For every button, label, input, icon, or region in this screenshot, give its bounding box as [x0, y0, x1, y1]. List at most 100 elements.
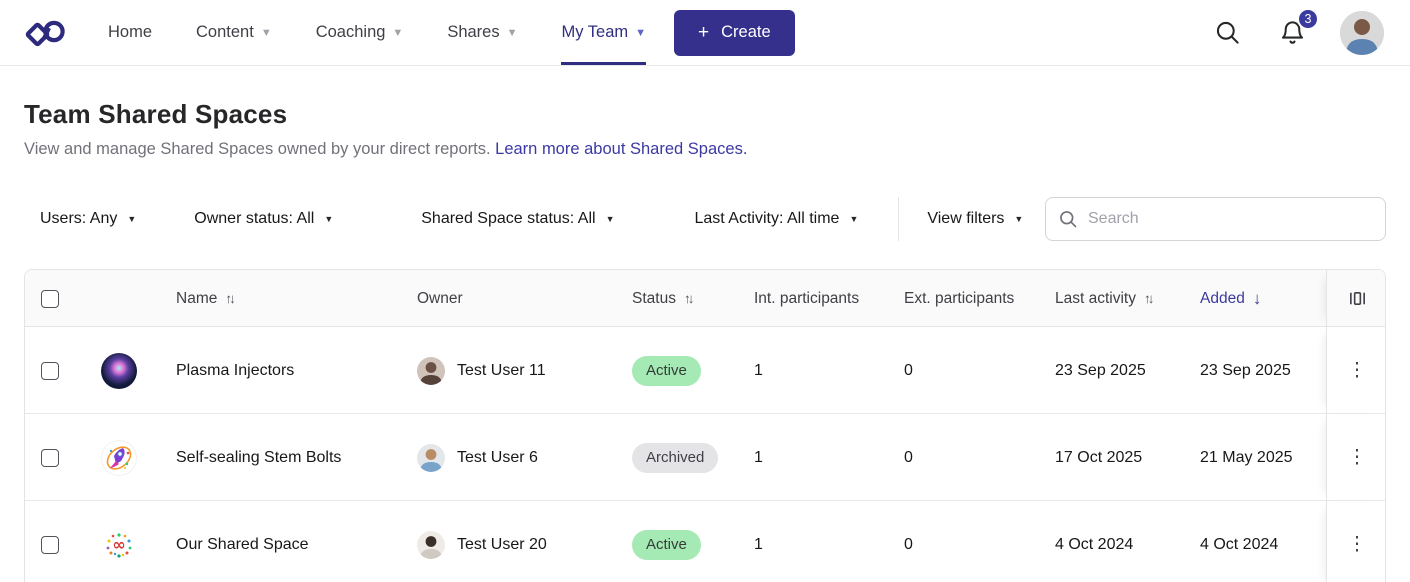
page-subtitle: View and manage Shared Spaces owned by y…: [24, 140, 1386, 159]
last-activity-date: 23 Sep 2025: [1055, 362, 1200, 380]
filter-label: Last Activity: All time: [695, 210, 840, 228]
row-checkbox[interactable]: [41, 362, 59, 380]
chevron-down-icon: ▼: [127, 214, 136, 224]
status-badge: Archived: [632, 443, 718, 473]
column-header-status[interactable]: Status ↑↓: [632, 290, 754, 308]
learn-more-link[interactable]: Learn more about Shared Spaces.: [495, 140, 747, 158]
owner-name: Test User 20: [457, 536, 547, 554]
added-date: 21 May 2025: [1200, 449, 1326, 467]
status-badge: Active: [632, 530, 701, 560]
nav-item-label: Shares: [447, 23, 499, 42]
nav-item-label: My Team: [561, 23, 628, 42]
ext-participants-count: 0: [904, 536, 1055, 554]
status-badge: Active: [632, 356, 701, 386]
plus-icon: +: [698, 22, 709, 44]
owner-name: Test User 6: [457, 449, 538, 467]
page-subtitle-text: View and manage Shared Spaces owned by y…: [24, 140, 491, 158]
owner-avatar: [417, 357, 445, 385]
navbar-right-actions: 3: [1210, 11, 1384, 55]
ext-participants-count: 0: [904, 449, 1055, 467]
nav-item-coaching[interactable]: Coaching ▼: [316, 0, 404, 65]
create-button[interactable]: + Create: [674, 10, 795, 56]
int-participants-count: 1: [754, 449, 904, 467]
create-button-label: Create: [721, 23, 771, 42]
added-date: 23 Sep 2025: [1200, 362, 1326, 380]
main-navigation: Home Content ▼ Coaching ▼ Shares ▼ My Te…: [108, 0, 646, 65]
filter-owner-status-dropdown[interactable]: Owner status: All ▼: [178, 210, 349, 228]
select-all-checkbox[interactable]: [41, 290, 59, 308]
row-checkbox[interactable]: [41, 449, 59, 467]
manage-columns-icon[interactable]: [1346, 287, 1369, 310]
last-activity-date: 4 Oct 2024: [1055, 536, 1200, 554]
filter-label: Shared Space status: All: [421, 210, 595, 228]
filter-label: View filters: [927, 210, 1004, 228]
sort-icon[interactable]: ↑↓: [1144, 291, 1155, 306]
main-content: Team Shared Spaces View and manage Share…: [0, 66, 1410, 582]
table-row[interactable]: Plasma Injectors Test User 11 Active 1 0…: [25, 327, 1385, 414]
svg-text:∞: ∞: [112, 535, 125, 554]
nav-item-my-team[interactable]: My Team ▼: [561, 0, 646, 65]
filter-bar: Users: Any ▼ Owner status: All ▼ Shared …: [24, 197, 1386, 241]
column-header-int-participants: Int. participants: [754, 290, 904, 308]
column-header-last-activity[interactable]: Last activity ↑↓: [1055, 290, 1200, 308]
nav-item-label: Coaching: [316, 23, 386, 42]
nav-item-label: Content: [196, 23, 254, 42]
chevron-down-icon: ▼: [1014, 214, 1023, 224]
view-filters-dropdown[interactable]: View filters ▼: [911, 210, 1039, 228]
chevron-down-icon: ▼: [507, 27, 518, 39]
table-header-row: Name ↑↓ Owner Status ↑↓ Int. participant…: [25, 270, 1385, 327]
int-participants-count: 1: [754, 536, 904, 554]
row-actions-kebab-icon[interactable]: ⋮: [1340, 442, 1375, 473]
row-actions-kebab-icon[interactable]: ⋮: [1340, 355, 1375, 386]
nav-item-home[interactable]: Home: [108, 0, 152, 65]
chevron-down-icon: ▼: [635, 27, 646, 39]
column-header-added[interactable]: Added ↓: [1200, 289, 1326, 309]
search-icon: [1058, 209, 1078, 229]
column-settings-header: [1326, 270, 1386, 327]
column-header-ext-participants: Ext. participants: [904, 290, 1055, 308]
table-row[interactable]: ∞ Our Shared Space Test User 20 Active 1…: [25, 501, 1385, 582]
owner-avatar: [417, 531, 445, 559]
filter-divider: [898, 197, 899, 241]
filter-shared-space-status-dropdown[interactable]: Shared Space status: All ▼: [405, 210, 630, 228]
search-icon[interactable]: [1210, 15, 1245, 50]
space-thumbnail-plasma-icon: [101, 353, 137, 389]
sort-icon[interactable]: ↑↓: [684, 291, 695, 306]
nav-item-label: Home: [108, 23, 152, 42]
space-name[interactable]: Our Shared Space: [176, 536, 309, 554]
space-name[interactable]: Self-sealing Stem Bolts: [176, 449, 341, 467]
top-navbar: Home Content ▼ Coaching ▼ Shares ▼ My Te…: [0, 0, 1410, 66]
space-thumbnail-rocket-icon: [101, 440, 137, 476]
nav-item-shares[interactable]: Shares ▼: [447, 0, 517, 65]
chevron-down-icon: ▼: [392, 27, 403, 39]
filter-last-activity-dropdown[interactable]: Last Activity: All time ▼: [679, 210, 875, 228]
added-date: 4 Oct 2024: [1200, 536, 1326, 554]
chevron-down-icon: ▼: [261, 27, 272, 39]
filter-label: Owner status: All: [194, 210, 314, 228]
column-header-name[interactable]: Name ↑↓: [85, 290, 417, 308]
brand-infinity-logo-icon[interactable]: [24, 16, 66, 50]
nav-item-content[interactable]: Content ▼: [196, 0, 272, 65]
notifications-bell-icon[interactable]: 3: [1275, 15, 1310, 50]
table-row[interactable]: Self-sealing Stem Bolts Test User 6 Arch…: [25, 414, 1385, 501]
search-input[interactable]: [1088, 210, 1373, 228]
space-name[interactable]: Plasma Injectors: [176, 362, 294, 380]
owner-avatar: [417, 444, 445, 472]
row-actions-kebab-icon[interactable]: ⋮: [1340, 529, 1375, 560]
ext-participants-count: 0: [904, 362, 1055, 380]
table-search-field[interactable]: [1045, 197, 1386, 241]
chevron-down-icon: ▼: [324, 214, 333, 224]
owner-name: Test User 11: [457, 362, 546, 380]
user-avatar[interactable]: [1340, 11, 1384, 55]
notification-count-badge: 3: [1297, 8, 1319, 30]
column-header-owner: Owner: [417, 290, 632, 308]
chevron-down-icon: ▼: [849, 214, 858, 224]
int-participants-count: 1: [754, 362, 904, 380]
sort-icon[interactable]: ↑↓: [225, 291, 236, 306]
sort-desc-icon[interactable]: ↓: [1253, 289, 1262, 309]
row-checkbox[interactable]: [41, 536, 59, 554]
shared-spaces-table: Name ↑↓ Owner Status ↑↓ Int. participant…: [24, 269, 1386, 582]
filter-label: Users: Any: [40, 210, 117, 228]
chevron-down-icon: ▼: [606, 214, 615, 224]
filter-users-dropdown[interactable]: Users: Any ▼: [24, 210, 152, 228]
